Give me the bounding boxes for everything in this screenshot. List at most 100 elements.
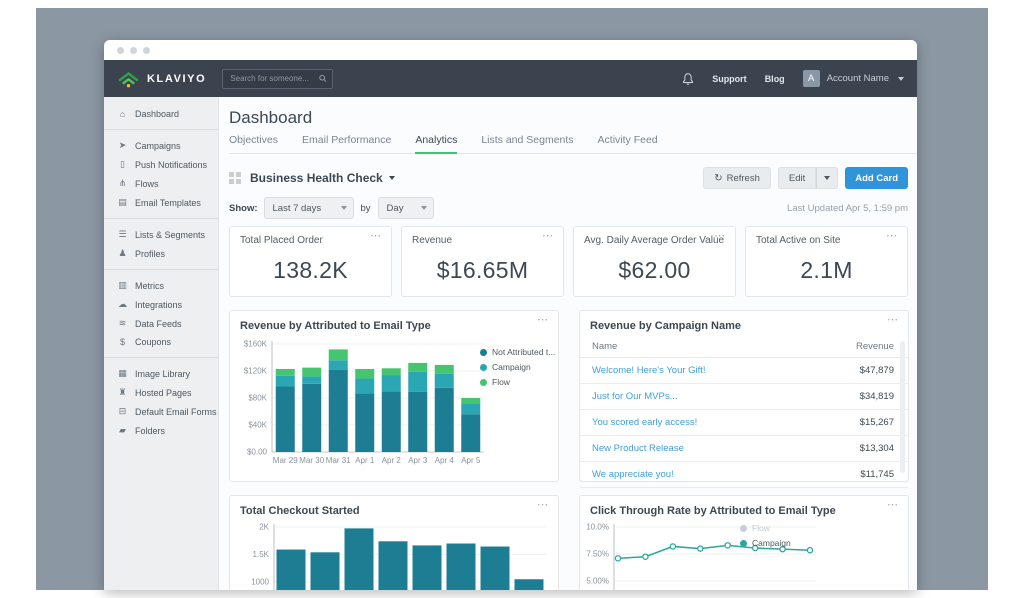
legend-item-flow[interactable]: Flow — [740, 523, 791, 533]
chevron-down-icon — [341, 206, 347, 210]
legend-label: Not Attributed t... — [492, 347, 555, 357]
window-control-minimize[interactable] — [130, 47, 137, 54]
legend-item-campaign[interactable]: Campaign — [480, 362, 558, 372]
home-icon: ⌂ — [117, 109, 128, 119]
svg-text:$40K: $40K — [248, 421, 267, 430]
sidebar-item-label: Lists & Segments — [135, 230, 205, 240]
board-selector[interactable]: Business Health Check — [250, 171, 395, 185]
sidebar-item-integrations[interactable]: ☁Integrations — [104, 295, 218, 314]
campaign-link-we-appreciate-you[interactable]: We appreciate you! — [592, 469, 674, 480]
legend-dot — [480, 364, 487, 371]
card-menu-button[interactable] — [887, 498, 899, 511]
klaviyo-logo[interactable]: KLAVIYO — [117, 70, 206, 88]
campaign-revenue: $34,819 — [860, 391, 894, 402]
sidebar-item-label: Default Email Forms — [135, 407, 217, 417]
brand-name: KLAVIYO — [147, 73, 206, 85]
ctr_by_email_type-svg: 10.0%7.50%5.00%2.50%0.00% — [586, 521, 836, 590]
card-menu-button[interactable] — [537, 498, 549, 511]
card-menu-button[interactable] — [714, 229, 726, 242]
card-menu-button[interactable] — [542, 229, 554, 242]
table-scrollbar[interactable] — [900, 341, 905, 473]
svg-text:1000: 1000 — [251, 578, 269, 587]
nav-link-blog[interactable]: Blog — [765, 74, 785, 84]
users-icon: ☰ — [117, 229, 128, 240]
card-menu-button[interactable] — [886, 229, 898, 242]
search-input[interactable] — [228, 73, 319, 84]
column-revenue: Revenue — [856, 341, 894, 352]
edit-button[interactable]: Edit — [778, 167, 816, 189]
search-box[interactable] — [222, 69, 333, 89]
sidebar-item-dashboard[interactable]: ⌂Dashboard — [104, 105, 218, 123]
sidebar-item-email-templates[interactable]: ▤Email Templates — [104, 193, 218, 212]
window-control-close[interactable] — [117, 47, 124, 54]
show-label: Show: — [229, 203, 258, 214]
card-title: Revenue by Campaign Name — [580, 311, 908, 332]
form-icon: ⊟ — [117, 406, 128, 417]
sidebar-item-folders[interactable]: ▰Folders — [104, 421, 218, 440]
sidebar-item-campaigns[interactable]: ➤Campaigns — [104, 136, 218, 155]
legend-item-flow[interactable]: Flow — [480, 377, 558, 387]
card-total-checkout-started: Total Checkout Started 2K1.5K10005000 — [229, 495, 559, 590]
add-card-button[interactable]: Add Card — [845, 167, 908, 189]
account-menu[interactable]: A Account Name — [803, 70, 904, 87]
date-range-select[interactable]: Last 7 days — [264, 197, 354, 219]
sidebar-item-metrics[interactable]: ▥Metrics — [104, 276, 218, 295]
table-row: Just for Our MVPs... $34,819 — [580, 384, 908, 410]
svg-text:7.50%: 7.50% — [586, 550, 609, 559]
svg-text:Apr 5: Apr 5 — [461, 456, 481, 465]
sidebar-item-label: Image Library — [135, 369, 190, 379]
notifications-bell-icon[interactable] — [682, 72, 694, 86]
search-icon — [319, 74, 327, 83]
sidebar-divider — [104, 357, 218, 358]
refresh-button[interactable]: Refresh — [703, 167, 771, 189]
tab-activity-feed[interactable]: Activity Feed — [598, 134, 658, 153]
sidebar-item-coupons[interactable]: $Coupons — [104, 333, 218, 351]
card-menu-button[interactable] — [887, 313, 899, 326]
card-menu-button[interactable] — [537, 313, 549, 326]
table-row: We appreciate you! $11,745 — [580, 462, 908, 488]
campaign-link-new-product-release[interactable]: New Product Release — [592, 443, 684, 454]
sidebar-item-profiles[interactable]: ♟Profiles — [104, 244, 218, 263]
charts-row-2: Total Checkout Started 2K1.5K10005000 Cl… — [229, 495, 908, 590]
template-icon: ▤ — [117, 197, 128, 208]
edit-dropdown-button[interactable] — [816, 167, 838, 189]
sidebar-item-lists-segments[interactable]: ☰ Lists & Segments — [104, 225, 218, 244]
card-menu-button[interactable] — [370, 229, 382, 242]
legend-item-campaign[interactable]: Campaign — [740, 538, 791, 548]
legend-dot — [740, 525, 747, 532]
sidebar-item-image-library[interactable]: ▦ Image Library — [104, 364, 218, 383]
campaign-revenue: $15,267 — [860, 417, 894, 428]
chart-legend: Not Attributed t... Campaign Flow — [480, 347, 558, 392]
sidebar-item-push-notifications[interactable]: ▯Push Notifications — [104, 155, 218, 174]
campaign-link-just-for-our-mvps[interactable]: Just for Our MVPs... — [592, 391, 678, 402]
table-row: New Product Release$13,304 — [580, 436, 908, 462]
column-name: Name — [592, 341, 617, 352]
stat-card-value: $16.65M — [412, 257, 553, 284]
sidebar-item-default-email-forms[interactable]: ⊟ Default Email Forms — [104, 402, 218, 421]
campaign-link-welcome-here-s-your-gift[interactable]: Welcome! Here's Your Gift! — [592, 365, 706, 376]
card-ctr-by-email-type: Click Through Rate by Attributed to Emai… — [579, 495, 909, 590]
legend-label: Campaign — [492, 362, 531, 372]
svg-text:Apr 4: Apr 4 — [435, 456, 455, 465]
avatar: A — [803, 70, 820, 87]
mobile-icon: ▯ — [117, 159, 128, 170]
sidebar-item-data-feeds[interactable]: ≋Data Feeds — [104, 314, 218, 333]
legend-item-not-attributed-t[interactable]: Not Attributed t... — [480, 347, 558, 357]
svg-text:Apr 2: Apr 2 — [382, 456, 402, 465]
tab-email-performance[interactable]: Email Performance — [302, 134, 391, 153]
user-icon: ♟ — [117, 248, 128, 259]
interval-select[interactable]: Day — [378, 197, 434, 219]
window-control-maximize[interactable] — [143, 47, 150, 54]
campaign-table-body: Welcome! Here's Your Gift!$47,879Just fo… — [580, 358, 908, 488]
tab-analytics[interactable]: Analytics — [415, 134, 457, 154]
drag-handle-icon[interactable] — [229, 172, 241, 184]
tab-objectives[interactable]: Objectives — [229, 134, 278, 153]
tab-lists-and-segments[interactable]: Lists and Segments — [481, 134, 573, 153]
campaign-revenue: $11,745 — [860, 469, 894, 480]
nav-link-support[interactable]: Support — [712, 74, 747, 84]
image-icon: ▦ — [117, 368, 128, 379]
campaign-link-you-scored-early-access[interactable]: You scored early access! — [592, 417, 697, 428]
sidebar-item-hosted-pages[interactable]: ♜Hosted Pages — [104, 383, 218, 402]
sidebar-item-flows[interactable]: ⋔Flows — [104, 174, 218, 193]
svg-text:5.00%: 5.00% — [586, 577, 609, 586]
